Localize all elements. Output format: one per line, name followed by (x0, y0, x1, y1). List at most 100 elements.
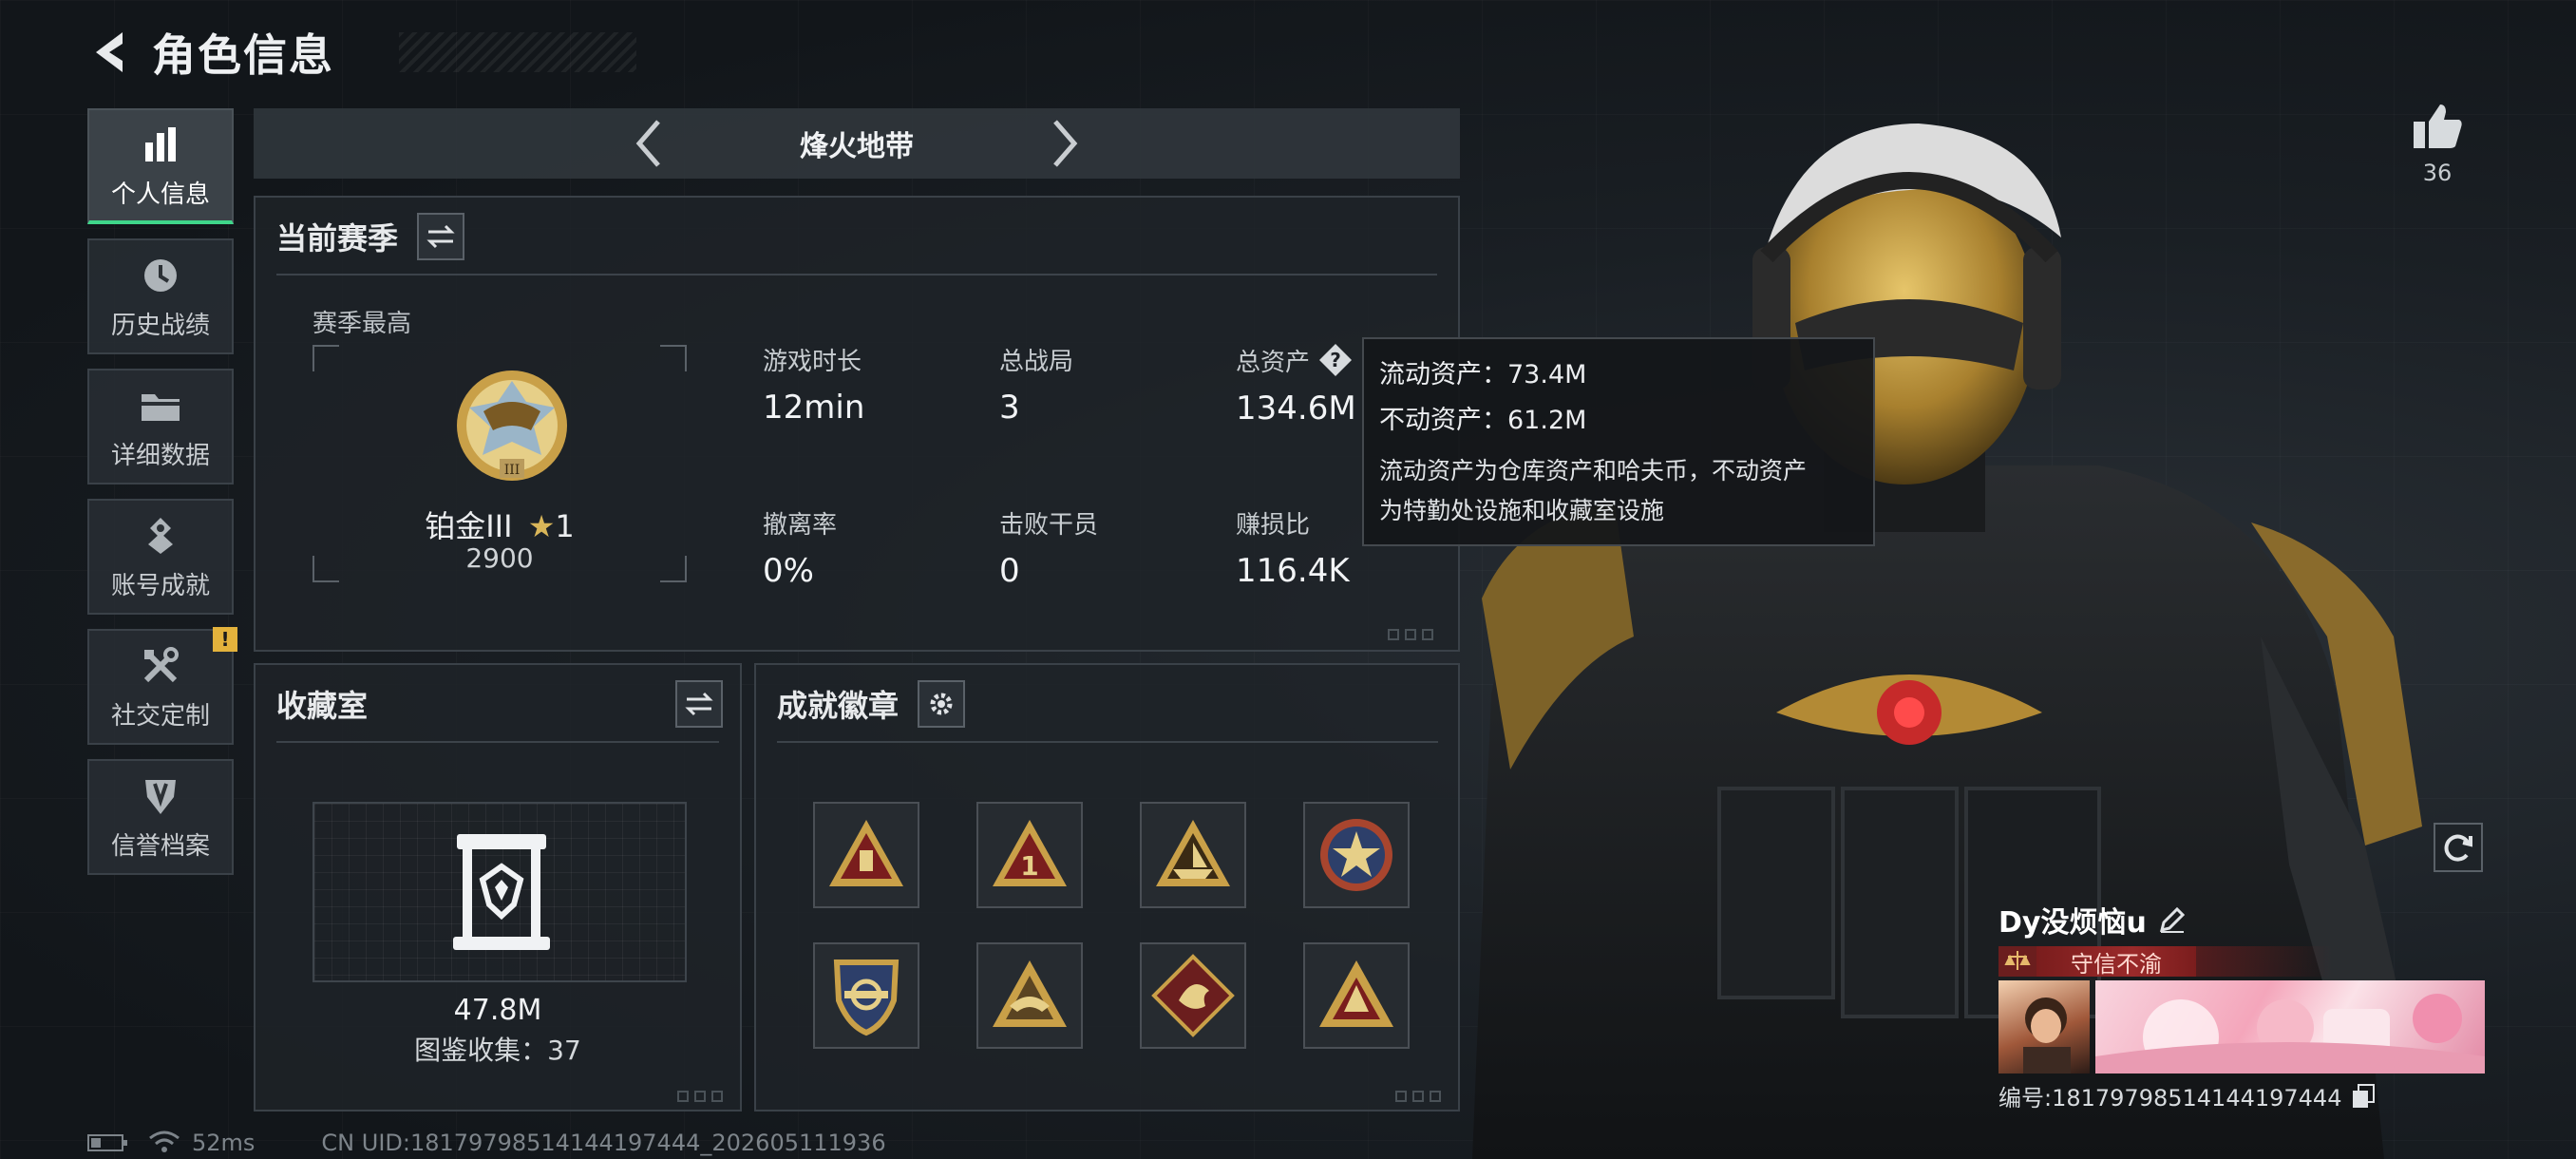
corner-decoration (1395, 1091, 1452, 1104)
mode-title: 烽火地带 (800, 130, 914, 163)
rank-name-row: 铂金III ★1 (313, 503, 687, 546)
rank-stars: 1 (555, 508, 575, 544)
sidebar-item-label: 社交定制 (110, 701, 210, 731)
stat-operators-defeated: 击败干员 0 (999, 505, 1098, 590)
player-id: 编号:18179798514144197444 (1998, 1085, 2342, 1112)
star-icon: ★ (527, 508, 556, 544)
tools-icon (138, 643, 183, 689)
achievements-panel-header: 成就徽章 (777, 680, 966, 728)
sidebar-item-social-custom[interactable]: ! 社交定制 (87, 627, 237, 745)
achievements-settings-button[interactable] (918, 680, 966, 728)
star-medal-badge[interactable] (1303, 802, 1410, 908)
svg-text:?: ? (1330, 349, 1341, 371)
player-images (1998, 980, 2485, 1074)
season-panel: 当前赛季 赛季最高 III 铂金III ★1 2900 游戏时长 12min 总… (254, 196, 1460, 652)
collection-panel: 收藏室 47.8M 图鉴收集：37 (254, 663, 742, 1112)
player-title-row: 守信不渝 (1998, 946, 2485, 978)
stat-label: 总战局 (999, 348, 1074, 376)
eagle-badge[interactable] (976, 942, 1083, 1049)
rank-one-badge[interactable]: 1 (976, 802, 1083, 908)
corner-decoration (1388, 629, 1445, 642)
season-panel-title: 当前赛季 (276, 220, 399, 256)
history-icon (138, 253, 183, 298)
stat-total-assets: 总资产 ? 134.6M (1236, 342, 1356, 428)
battery-icon (87, 1134, 127, 1151)
triangle-badge[interactable] (813, 802, 919, 908)
uid-text: CN UID:18179798514144197444_202605111936 (321, 1130, 886, 1156)
page-header: 角色信息 (85, 21, 636, 84)
divider (276, 741, 719, 743)
back-arrow-icon[interactable] (85, 24, 133, 81)
achievements-panel: 成就徽章 1 (754, 663, 1460, 1112)
prev-mode-chevron-left-icon[interactable] (619, 115, 676, 172)
stat-label: 撤离率 (763, 511, 838, 540)
sidebar-item-reputation[interactable]: 信誉档案 (87, 759, 234, 875)
assets-tooltip: 流动资产：73.4M 不动资产：61.2M 流动资产为仓库资产和哈夫币，不动资产… (1362, 337, 1875, 546)
tooltip-desc-line-1: 流动资产为仓库资产和哈夫币，不动资产 (1379, 457, 1808, 484)
achievements-panel-title: 成就徽章 (777, 688, 900, 724)
sidebar-item-label: 历史战绩 (110, 311, 210, 340)
corner-decoration (677, 1091, 734, 1104)
stat-play-time: 游戏时长 12min (763, 342, 864, 427)
divider (777, 741, 1438, 743)
ship-badge[interactable] (1140, 802, 1246, 908)
mountain-badge[interactable] (1303, 942, 1410, 1049)
sidebar-item-label: 个人信息 (110, 180, 210, 209)
refresh-icon (2444, 834, 2472, 862)
stat-value: 12min (763, 389, 865, 427)
swap-icon (426, 224, 455, 249)
ping-value: 52ms (192, 1130, 256, 1156)
avatar[interactable] (1998, 980, 2090, 1074)
rank-name: 铂金III (425, 508, 513, 544)
edit-pencil-icon[interactable] (2156, 903, 2188, 936)
sidebar-item-detailed-data[interactable]: 详细数据 (87, 369, 234, 484)
help-question-icon[interactable]: ? (1317, 342, 1354, 378)
like-button[interactable]: 36 (2409, 103, 2466, 186)
player-name-row: Dy没烦恼u (1998, 901, 2485, 940)
vault-display-icon (453, 834, 550, 950)
stat-label: 赚损比 (1236, 511, 1311, 540)
divider (276, 274, 1437, 276)
scales-icon (1998, 946, 2036, 977)
rank-frame: III 铂金III ★1 2900 (313, 345, 687, 582)
stat-value: 0% (763, 552, 814, 590)
switch-season-button[interactable] (417, 213, 465, 260)
switch-collection-button[interactable] (675, 680, 723, 728)
sidebar-item-label: 信誉档案 (110, 831, 210, 861)
stat-value: 0 (999, 552, 1020, 590)
stat-value: 3 (999, 389, 1020, 427)
tooltip-fixed-assets: 不动资产：61.2M (1379, 406, 1587, 435)
shield-badge[interactable] (813, 942, 919, 1049)
next-mode-chevron-right-icon[interactable] (1037, 115, 1094, 172)
title-stripes-decoration (399, 32, 636, 72)
stat-value: 134.6M (1236, 390, 1356, 428)
status-bar: 52ms CN UID:18179798514144197444_2026051… (87, 1129, 886, 1157)
stat-label: 总资产 (1236, 348, 1311, 377)
like-count: 36 (2422, 160, 2453, 186)
stat-label: 游戏时长 (763, 348, 862, 376)
sidebar-item-achievements[interactable]: 账号成就 (87, 499, 234, 615)
season-panel-header: 当前赛季 (276, 213, 465, 260)
tooltip-liquid-assets: 流动资产：73.4M (1379, 360, 1587, 390)
collection-panel-header: 收藏室 (276, 680, 723, 728)
mode-selector: 烽火地带 (254, 108, 1460, 179)
wifi-icon (149, 1130, 180, 1152)
svg-text:1: 1 (1020, 850, 1038, 882)
page-title: 角色信息 (152, 29, 334, 81)
thumbs-up-icon (2414, 104, 2462, 148)
sidebar-item-history[interactable]: 历史战绩 (87, 238, 234, 354)
player-name: Dy没烦恼u (1998, 906, 2147, 940)
collection-panel-title: 收藏室 (276, 688, 369, 724)
sidebar: 个人信息 历史战绩 详细数据 账号成就 ! 社交定制 信誉档案 (87, 108, 237, 889)
dragon-badge[interactable] (1140, 942, 1246, 1049)
profile-banner[interactable] (2095, 980, 2485, 1074)
title-fill-decoration (2196, 946, 2333, 977)
sidebar-item-label: 详细数据 (110, 441, 210, 470)
player-id-row: 编号:18179798514144197444 (1998, 1079, 2485, 1112)
copy-icon[interactable] (2349, 1082, 2377, 1111)
sidebar-item-personal-info[interactable]: 个人信息 (87, 108, 234, 224)
player-title: 守信不渝 (2036, 946, 2196, 978)
collection-display[interactable] (313, 802, 687, 982)
refresh-appearance-button[interactable] (2434, 823, 2483, 872)
tooltip-desc-line-2: 为特勤处设施和收藏室设施 (1379, 497, 1665, 524)
